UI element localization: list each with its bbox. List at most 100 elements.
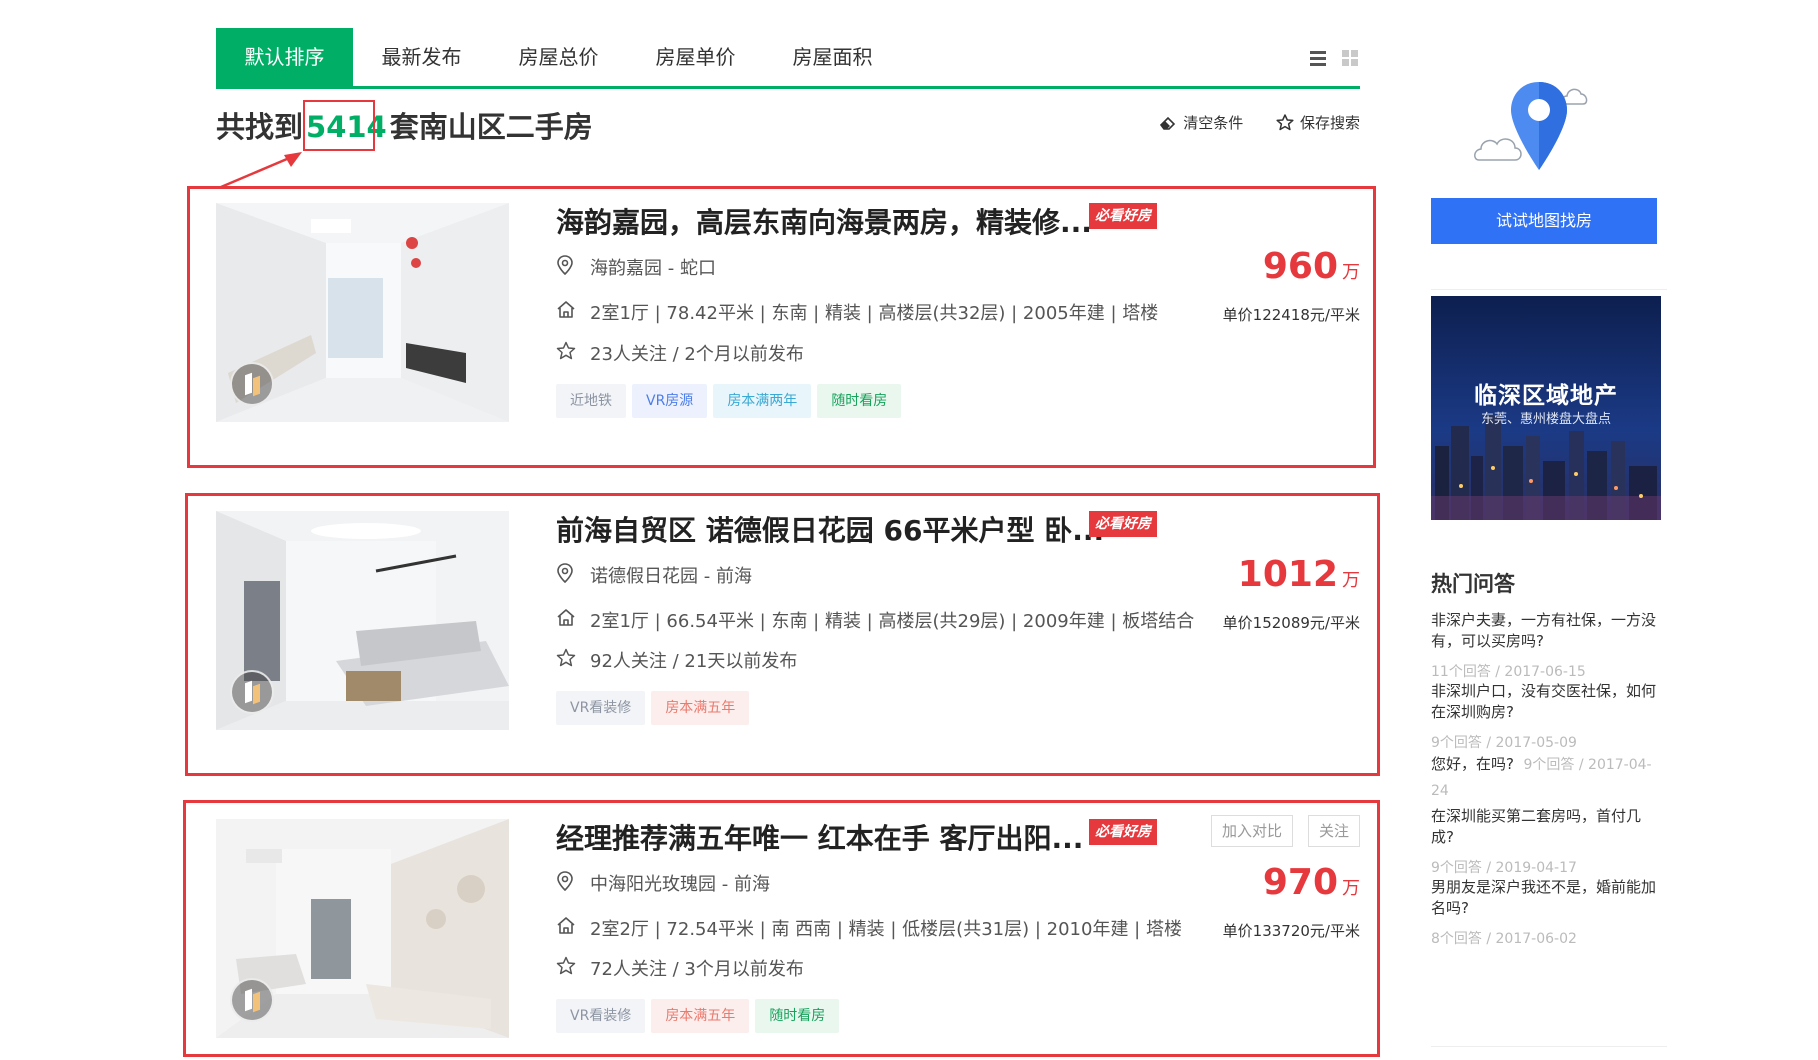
qa-question[interactable]: 非深圳户口，没有交医社保，如何在深圳购房? <box>1431 682 1656 721</box>
price-unit: 万 <box>1342 570 1360 591</box>
header-actions: 清空条件 保存搜索 <box>1131 112 1360 133</box>
follow-text: 92人关注 / 21天以前发布 <box>590 651 798 672</box>
list-view-icon[interactable] <box>1310 50 1326 66</box>
house-icon <box>557 917 575 934</box>
results-suffix: 套南山区二手房 <box>389 110 593 144</box>
vr-icon <box>230 362 274 406</box>
price-value: 960 <box>1262 246 1338 287</box>
qa-question[interactable]: 男朋友是深户我还不是，婚前能加名吗? <box>1431 878 1656 917</box>
tag-list: VR看装修 房本满五年 <box>556 691 755 725</box>
tag: 随时看房 <box>817 384 902 418</box>
price-unit: 万 <box>1342 262 1360 283</box>
unit-price: 单价152089元/平米 <box>1222 614 1360 632</box>
star-icon <box>556 956 576 975</box>
tab-unit-price[interactable]: 房屋单价 <box>627 28 764 86</box>
listing-photo[interactable] <box>216 203 509 422</box>
vr-icon <box>230 978 274 1022</box>
community-link[interactable]: 诺德假日花园 <box>590 566 698 587</box>
follow-text: 23人关注 / 2个月以前发布 <box>590 344 804 365</box>
grid-view-icon[interactable] <box>1342 50 1358 66</box>
must-see-badge: 必看好房 <box>1089 819 1157 845</box>
tag: 随时看房 <box>755 999 840 1033</box>
tag-list: 近地铁 VR房源 房本满两年 随时看房 <box>556 384 907 418</box>
must-see-badge: 必看好房 <box>1089 203 1157 229</box>
save-search-label: 保存搜索 <box>1299 114 1360 132</box>
follow-text: 72人关注 / 3个月以前发布 <box>590 959 804 980</box>
view-switcher <box>1310 50 1360 68</box>
qa-item[interactable]: 男朋友是深户我还不是，婚前能加名吗? 8个回答 / 2017-06-02 <box>1431 877 1659 950</box>
map-pin-cloud-icon <box>1474 82 1588 170</box>
total-price: 1012 万 <box>1238 554 1360 595</box>
eraser-icon <box>1160 116 1176 130</box>
qa-question[interactable]: 在深圳能买第二套房吗，首付几成? <box>1431 807 1641 846</box>
tag: 房本满五年 <box>651 691 750 725</box>
star-icon <box>556 341 576 360</box>
listing-photo[interactable] <box>216 819 509 1038</box>
community-link[interactable]: 中海阳光玫瑰园 <box>590 874 716 895</box>
add-to-compare-button[interactable]: 加入对比 <box>1211 815 1294 847</box>
qa-item[interactable]: 非深圳户口，没有交医社保，如何在深圳购房? 9个回答 / 2017-05-09 <box>1431 681 1659 754</box>
listing-title[interactable]: 海韵嘉园，高层东南向海景两房，精装修... <box>556 201 1092 241</box>
details-text: 2室1厅 | 66.54平米 | 东南 | 精装 | 高楼层(共29层) | 2… <box>590 611 1195 632</box>
count-highlight-frame <box>303 100 375 151</box>
house-icon <box>557 301 575 318</box>
ad-subtitle: 东莞、惠州楼盘大盘点 <box>1480 412 1611 427</box>
price-unit: 万 <box>1342 878 1360 899</box>
qa-meta: 9个回答 / 2019-04-17 <box>1431 860 1577 876</box>
area-link[interactable]: 蛇口 <box>680 258 716 279</box>
qa-question[interactable]: 您好，在吗? <box>1431 755 1514 773</box>
location-pin-icon <box>557 871 573 891</box>
location-pin-icon <box>557 563 573 583</box>
details-text: 2室2厅 | 72.54平米 | 南 西南 | 精装 | 低楼层(共31层) |… <box>590 919 1182 940</box>
results-prefix: 共找到 <box>216 110 304 144</box>
divider <box>1431 1046 1667 1047</box>
qa-item[interactable]: 您好，在吗? 9个回答 / 2017-04-24 <box>1431 752 1659 804</box>
vr-icon <box>230 670 274 714</box>
unit-price: 单价122418元/平米 <box>1222 306 1360 324</box>
tag: VR看装修 <box>556 999 646 1033</box>
details-text: 2室1厅 | 78.42平米 | 东南 | 精装 | 高楼层(共32层) | 2… <box>590 303 1159 324</box>
annotation-arrow <box>220 152 302 189</box>
tag: 房本满五年 <box>651 999 750 1033</box>
listing-photo[interactable] <box>216 511 509 730</box>
ad-banner[interactable]: 临深区域地产 东莞、惠州楼盘大盘点 <box>1431 296 1661 520</box>
qa-meta: 8个回答 / 2017-06-02 <box>1431 931 1577 947</box>
qa-heading: 热门问答 <box>1431 572 1515 596</box>
tag: VR房源 <box>632 384 708 418</box>
follow-button[interactable]: 关注 <box>1308 815 1361 847</box>
tab-default-sort[interactable]: 默认排序 <box>216 28 353 86</box>
total-price: 970 万 <box>1263 862 1360 903</box>
community-link[interactable]: 海韵嘉园 <box>590 258 662 279</box>
qa-item[interactable]: 在深圳能买第二套房吗，首付几成? 9个回答 / 2019-04-17 <box>1431 806 1659 879</box>
tag-list: VR看装修 房本满五年 随时看房 <box>556 999 845 1033</box>
qa-question[interactable]: 非深户夫妻，一方有社保，一方没有，可以买房吗? <box>1431 611 1656 650</box>
tag: 房本满两年 <box>713 384 812 418</box>
house-icon <box>557 609 575 626</box>
tab-total-price[interactable]: 房屋总价 <box>490 28 627 86</box>
tab-newest[interactable]: 最新发布 <box>353 28 490 86</box>
divider <box>1431 289 1667 290</box>
clear-conditions-button[interactable]: 清空条件 <box>1159 112 1243 133</box>
listing-title[interactable]: 前海自贸区 诺德假日花园 66平米户型 卧... <box>556 509 1104 549</box>
map-search-button[interactable]: 试试地图找房 <box>1431 198 1657 244</box>
qa-meta: 9个回答 / 2017-05-09 <box>1431 735 1577 751</box>
area-link[interactable]: 前海 <box>716 566 752 587</box>
area-link[interactable]: 前海 <box>734 874 770 895</box>
tag: 近地铁 <box>556 384 626 418</box>
qa-item[interactable]: 非深户夫妻，一方有社保，一方没有，可以买房吗? 11个回答 / 2017-06-… <box>1431 610 1659 683</box>
tag: VR看装修 <box>556 691 646 725</box>
total-price: 960 万 <box>1263 246 1360 287</box>
qa-meta: 11个回答 / 2017-06-15 <box>1431 664 1586 680</box>
save-search-button[interactable]: 保存搜索 <box>1276 112 1360 133</box>
tab-area[interactable]: 房屋面积 <box>764 28 901 86</box>
price-value: 1012 <box>1237 554 1338 595</box>
must-see-badge: 必看好房 <box>1089 511 1157 537</box>
star-icon <box>1276 114 1294 131</box>
listing-title[interactable]: 经理推荐满五年唯一 红本在手 客厅出阳... <box>556 817 1083 857</box>
ad-title: 临深区域地产 <box>1474 383 1618 409</box>
price-value: 970 <box>1262 862 1338 903</box>
clear-conditions-label: 清空条件 <box>1183 114 1244 132</box>
results-title: 共找到 5414 套南山区二手房 <box>216 104 593 146</box>
unit-price: 单价133720元/平米 <box>1222 922 1360 940</box>
sort-bar: 默认排序 最新发布 房屋总价 房屋单价 房屋面积 <box>216 28 1360 89</box>
